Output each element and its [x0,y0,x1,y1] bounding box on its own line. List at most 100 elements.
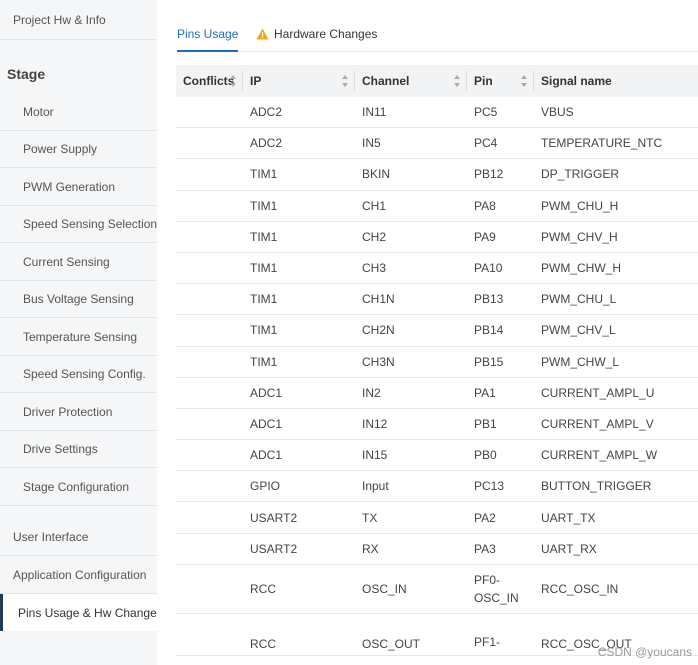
cell-ip: USART2 [250,510,298,525]
header-ip-label: IP [250,74,262,88]
cell-signal-name: CURRENT_AMPL_U [541,385,655,400]
tab-pins-usage[interactable]: Pins Usage [177,27,239,52]
header-ip[interactable]: IP [243,65,355,97]
table-row[interactable]: RCC OSC_IN PF0-OSC_IN RCC_OSC_IN [176,565,698,614]
cell-pin: PF0-OSC_IN [474,572,519,605]
sidebar-item-stage-configuration[interactable]: Stage Configuration [0,468,157,506]
header-pin[interactable]: Pin [467,65,534,97]
header-signal-name-label: Signal name [541,74,612,88]
cell-channel: CH1N [362,292,395,307]
cell-channel: BKIN [362,167,391,182]
header-channel-label: Channel [362,74,410,88]
header-signal-name[interactable]: Signal name [534,65,698,97]
table-row[interactable]: TIM1 CH3 PA10 PWM_CHW_H [176,253,698,285]
cell-signal-name: DP_TRIGGER [541,167,620,182]
cell-ip: TIM1 [250,167,278,182]
cell-channel: IN12 [362,416,388,431]
table-row[interactable]: ADC2 IN5 PC4 TEMPERATURE_NTC [176,128,698,160]
cell-channel: TX [362,510,378,525]
table-row[interactable]: TIM1 CH1 PA8 PWM_CHU_H [176,191,698,222]
cell-channel: RX [362,541,379,556]
header-conflicts[interactable]: Conflicts [176,65,243,97]
cell-pin: PC5 [474,105,498,120]
table-row[interactable]: ADC1 IN2 PA1 CURRENT_AMPL_U [176,378,698,409]
cell-ip: ADC1 [250,448,283,463]
watermark: CSDN @youcans [597,645,692,659]
cell-signal-name: PWM_CHW_H [541,261,621,276]
sidebar-item-drive-settings[interactable]: Drive Settings [0,431,157,468]
table-row[interactable]: ADC1 IN12 PB1 CURRENT_AMPL_V [176,409,698,441]
cell-pin: PF1- [474,634,501,649]
cell-pin: PA10 [474,261,503,276]
cell-pin: PA3 [474,541,496,556]
cell-signal-name: PWM_CHW_L [541,354,620,369]
tab-bar: Pins Usage Hardware Changes [177,0,698,52]
sidebar-item-pwm-generation[interactable]: PWM Generation [0,168,157,206]
sidebar-item-application-configuration[interactable]: Application Configuration [0,556,157,594]
cell-channel: CH2N [362,323,395,338]
cell-signal-name: BUTTON_TRIGGER [541,479,652,494]
sidebar-item-power-supply[interactable]: Power Supply [0,131,157,168]
sidebar-item-motor[interactable]: Motor [0,93,157,131]
cell-pin: PC13 [474,479,505,494]
sidebar-item-current-sensing[interactable]: Current Sensing [0,243,157,281]
cell-ip: TIM1 [250,261,278,276]
table-row[interactable]: TIM1 CH1N PB13 PWM_CHU_L [176,284,698,316]
table-row[interactable]: TIM1 CH3N PB15 PWM_CHW_L [176,347,698,378]
cell-ip: RCC [250,636,276,651]
cell-signal-name: PWM_CHU_L [541,292,617,307]
cell-pin: PA1 [474,385,496,400]
cell-ip: TIM1 [250,323,278,338]
cell-signal-name: CURRENT_AMPL_W [541,448,658,463]
sidebar-item-speed-sensing-selection[interactable]: Speed Sensing Selection [0,206,157,243]
cell-channel: OSC_IN [362,581,407,596]
cell-signal-name: CURRENT_AMPL_V [541,416,654,431]
cell-channel: IN2 [362,385,381,400]
sort-arrows-icon[interactable] [453,74,461,88]
cell-pin: PA2 [474,510,496,525]
sort-arrows-icon[interactable] [341,74,349,88]
cell-channel: CH1 [362,198,387,213]
table-row[interactable]: ADC2 IN11 PC5 VBUS [176,97,698,129]
main-panel: Pins Usage Hardware Changes Conflicts IP [157,0,698,665]
table-row[interactable]: TIM1 BKIN PB12 DP_TRIGGER [176,159,698,191]
cell-signal-name: PWM_CHU_H [541,198,619,213]
pins-usage-table: Conflicts IP Channel Pin Signal name ADC… [176,65,698,656]
cell-channel: CH3 [362,261,387,276]
cell-channel: OSC_OUT [362,636,421,651]
sidebar-item-bus-voltage-sensing[interactable]: Bus Voltage Sensing [0,281,157,318]
table-row[interactable]: TIM1 CH2N PB14 PWM_CHV_L [176,315,698,347]
sidebar-item-project-hw-info[interactable]: Project Hw & Info [0,0,157,40]
sort-arrows-icon[interactable] [229,74,237,88]
sidebar-item-driver-protection[interactable]: Driver Protection [0,393,157,431]
sidebar-item-temperature-sensing[interactable]: Temperature Sensing [0,318,157,356]
sidebar-item-speed-sensing-config[interactable]: Speed Sensing Config. [0,356,157,393]
sidebar-stage-header: Stage [7,66,46,82]
cell-pin: PB0 [474,448,497,463]
cell-channel: CH3N [362,354,395,369]
sidebar-item-pins-usage-hw-changes[interactable]: Pins Usage & Hw Changes [0,594,163,631]
table-row[interactable]: TIM1 CH2 PA9 PWM_CHV_H [176,222,698,253]
warning-triangle-icon [256,28,269,40]
cell-channel: IN11 [362,105,387,120]
tab-hardware-changes[interactable]: Hardware Changes [256,27,377,41]
cell-pin: PB15 [474,354,504,369]
cell-ip: TIM1 [250,229,278,244]
cell-channel: CH2 [362,229,387,244]
table-row[interactable]: USART2 TX PA2 UART_TX [176,502,698,534]
table-row[interactable]: USART2 RX PA3 UART_RX [176,534,698,565]
cell-signal-name: PWM_CHV_L [541,323,616,338]
cell-ip: ADC1 [250,385,283,400]
sidebar-item-user-interface[interactable]: User Interface [0,518,157,556]
cell-pin: PB13 [474,292,504,307]
table-row[interactable]: GPIO Input PC13 BUTTON_TRIGGER [176,471,698,503]
table-header: Conflicts IP Channel Pin Signal name [176,65,698,97]
cell-ip: TIM1 [250,354,278,369]
header-channel[interactable]: Channel [355,65,467,97]
cell-ip: TIM1 [250,198,278,213]
cell-pin: PA9 [474,229,496,244]
table-row[interactable]: ADC1 IN15 PB0 CURRENT_AMPL_W [176,440,698,472]
cell-signal-name: TEMPERATURE_NTC [541,136,663,151]
sort-arrows-icon[interactable] [520,74,528,88]
table-body: ADC2 IN11 PC5 VBUS ADC2 IN5 PC4 TEMPERATURE_NTC… [176,97,698,656]
